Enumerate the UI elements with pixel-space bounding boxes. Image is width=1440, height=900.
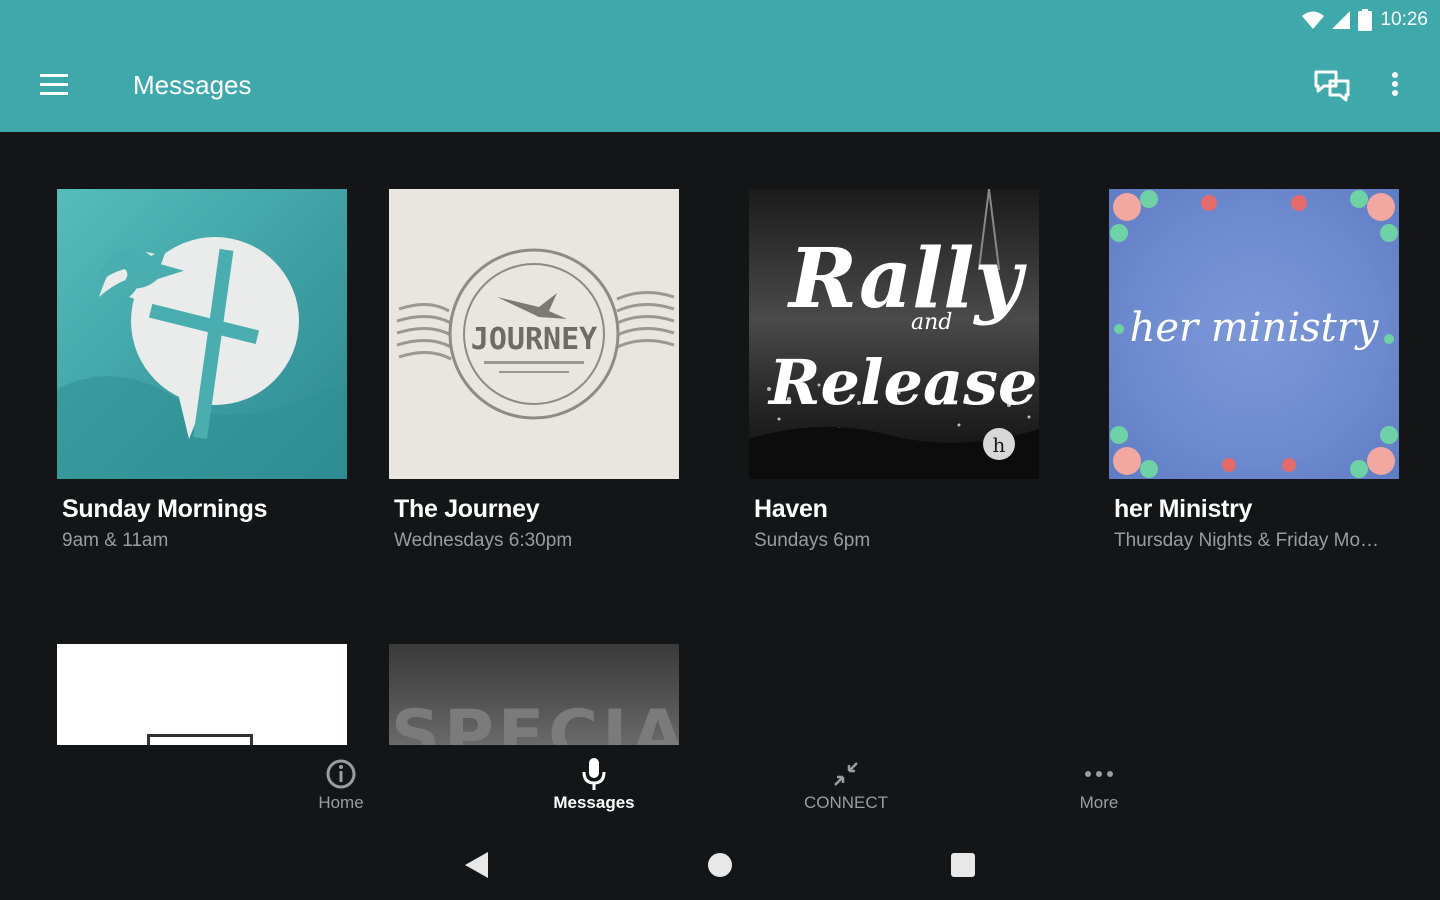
rally-text: Rally — [787, 231, 1027, 327]
recents-square-icon[interactable] — [950, 852, 976, 878]
her-ministry-art-text: her ministry — [1130, 305, 1380, 351]
special-art-text: SPECIAL — [391, 696, 679, 745]
svg-text:h: h — [993, 433, 1006, 457]
series-subtitle: 9am & 11am — [62, 530, 169, 551]
connect-arrows-icon — [834, 762, 858, 786]
journey-art-text: JOURNEY — [471, 322, 597, 357]
nav-more[interactable]: More — [1029, 755, 1169, 813]
nav-messages-label: Messages — [553, 793, 635, 812]
nav-home-label: Home — [318, 793, 364, 812]
nav-home[interactable]: Home — [271, 755, 411, 813]
series-card[interactable]: JOURNEY The Journey Wednesdays 6:30pm — [389, 189, 679, 552]
system-navigation-bar — [0, 830, 1440, 900]
microphone-icon — [582, 758, 606, 790]
series-subtitle: Thursday Nights & Friday Mornings — [1114, 530, 1384, 551]
series-card-partial[interactable]: SPECIAL — [389, 644, 679, 745]
more-horiz-icon — [1085, 771, 1113, 777]
wifi-icon — [1302, 11, 1325, 29]
series-title: The Journey — [394, 495, 540, 523]
dove-cross-logo-icon — [57, 237, 347, 479]
status-time: 10:26 — [1380, 9, 1428, 30]
and-text: and — [911, 310, 952, 335]
postmark-stamp-icon: JOURNEY — [396, 248, 675, 420]
series-card[interactable]: her ministry her Ministry Thursday Night… — [1109, 189, 1399, 552]
series-subtitle: Sundays 6pm — [754, 530, 871, 551]
series-artwork: her ministry — [1109, 189, 1399, 479]
hamburger-menu-icon[interactable] — [36, 70, 72, 100]
release-text: Release — [767, 346, 1038, 419]
series-card-partial[interactable] — [57, 644, 347, 745]
home-circle-icon[interactable] — [707, 852, 733, 878]
nav-more-label: More — [1079, 793, 1119, 812]
series-artwork: JOURNEY — [389, 189, 679, 479]
series-artwork — [57, 189, 347, 479]
nav-connect[interactable]: CONNECT — [776, 755, 916, 813]
floral-border-artwork: her ministry — [1110, 190, 1398, 478]
chat-bubbles-icon[interactable] — [1312, 66, 1352, 106]
back-triangle-icon[interactable] — [462, 850, 490, 880]
series-card[interactable]: Rally and Release h Haven Sundays 6pm — [749, 189, 1039, 552]
cell-signal-icon — [1332, 11, 1351, 29]
series-artwork: Rally and Release h — [749, 189, 1039, 479]
series-title: Haven — [754, 495, 828, 523]
rally-and-release-artwork: Rally and Release h — [749, 189, 1039, 479]
page-title: Messages — [133, 70, 252, 100]
series-card[interactable]: Sunday Mornings 9am & 11am — [57, 189, 347, 552]
nav-messages[interactable]: Messages — [524, 755, 664, 813]
status-bar: 10:26 — [1302, 6, 1428, 34]
series-title: her Ministry — [1114, 495, 1253, 523]
more-vert-icon[interactable] — [1383, 66, 1407, 106]
bottom-navigation: Home Messages CONNECT More — [0, 745, 1440, 825]
artwork-frame — [147, 734, 253, 745]
app-bar: 10:26 Messages — [0, 0, 1440, 132]
series-subtitle: Wednesdays 6:30pm — [394, 530, 573, 551]
info-circle-icon — [326, 759, 356, 789]
nav-connect-label: CONNECT — [803, 793, 889, 812]
series-title: Sunday Mornings — [62, 495, 268, 523]
battery-icon — [1358, 9, 1373, 31]
